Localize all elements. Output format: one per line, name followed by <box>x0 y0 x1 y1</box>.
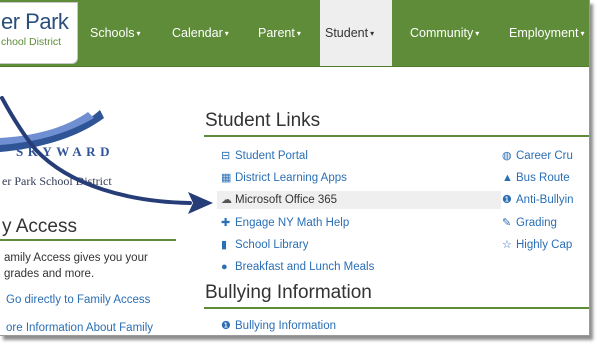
chevron-down-icon: ▾ <box>296 29 301 38</box>
screenshot-frame: er Park chool District Schools ▾ Calendar… <box>0 0 590 336</box>
nav-label: Community <box>410 26 474 40</box>
nav-calendar[interactable]: Calendar ▾ <box>166 0 235 66</box>
road-icon: ▲ <box>502 172 513 184</box>
bullying-heading: Bullying Information <box>205 282 372 303</box>
family-access-info-link[interactable]: ore Information About Family Access <box>6 321 176 335</box>
book-icon: ▮ <box>221 239 228 251</box>
link-label: Career Cru <box>516 150 573 162</box>
nav-parent[interactable]: Parent ▾ <box>252 0 307 66</box>
logo-title: er Park <box>1 9 69 34</box>
divider <box>0 239 176 241</box>
nav-schools[interactable]: Schools ▾ <box>84 0 147 66</box>
district-logo[interactable]: er Park chool District <box>0 2 78 64</box>
link-career-cruising[interactable]: ◍ Career Cru <box>502 147 573 165</box>
portal-icon: ⊟ <box>221 150 231 162</box>
link-district-learning-apps[interactable]: ▦ District Learning Apps <box>221 169 347 187</box>
skyward-wordmark: SKYWARD <box>16 144 114 158</box>
cloud-icon: ☁ <box>221 194 232 206</box>
exclamation-icon: ❶ <box>221 320 231 332</box>
chevron-down-icon: ▾ <box>136 29 141 38</box>
link-grading[interactable]: ✎ Grading <box>502 214 557 232</box>
link-label: Grading <box>516 217 557 229</box>
link-label: Anti-Bullyin <box>516 194 574 206</box>
star-icon: ☆ <box>502 239 512 251</box>
logo-subtitle: chool District <box>1 36 62 48</box>
nav-label: Employment <box>509 26 579 40</box>
divider <box>204 307 589 309</box>
nav-community[interactable]: Community ▾ <box>404 0 485 66</box>
district-name: er Park School District <box>2 174 112 188</box>
student-links-heading: Student Links <box>205 110 321 131</box>
divider <box>204 135 589 137</box>
link-label: Bus Route <box>516 172 570 184</box>
link-bullying-information[interactable]: ❶ Bullying Information <box>221 317 336 335</box>
pencil-icon: ✎ <box>502 217 512 229</box>
link-label: Student Portal <box>235 150 308 162</box>
chevron-down-icon: ▾ <box>580 29 585 38</box>
nav-student[interactable]: Student ▾ <box>320 0 392 66</box>
link-label: School Library <box>235 239 309 251</box>
link-anti-bullying[interactable]: ❶ Anti-Bullyin <box>502 191 574 209</box>
apps-icon: ▦ <box>221 172 232 184</box>
link-highly-capable[interactable]: ☆ Highly Cap <box>502 236 572 254</box>
family-access-description: amily Access gives you your grades and m… <box>4 252 148 280</box>
top-navbar: er Park chool District Schools ▾ Calendar… <box>0 0 589 67</box>
link-label: Bullying Information <box>235 320 336 332</box>
nav-label: Calendar <box>172 26 223 40</box>
chevron-down-icon: ▾ <box>370 29 375 38</box>
link-bus-routes[interactable]: ▲ Bus Route <box>502 169 570 187</box>
link-label: Highly Cap <box>516 239 573 251</box>
link-label: District Learning Apps <box>235 172 347 184</box>
chevron-down-icon: ▾ <box>475 29 480 38</box>
link-microsoft-office-365[interactable]: ☁ Microsoft Office 365 <box>217 191 501 209</box>
plus-icon: ✚ <box>221 217 231 229</box>
link-label: Engage NY Math Help <box>235 217 350 229</box>
nav-label: Parent <box>258 26 295 40</box>
exclamation-icon: ❶ <box>502 194 512 206</box>
globe-icon: ◍ <box>502 150 512 162</box>
arrow-head <box>188 192 213 214</box>
skyward-logo[interactable]: SKYWARD <box>0 108 190 158</box>
link-engage-ny-math[interactable]: ✚ Engage NY Math Help <box>221 214 349 232</box>
family-access-link[interactable]: Go directly to Family Access <box>6 294 150 306</box>
link-label: Microsoft Office 365 <box>235 194 338 206</box>
nav-label: Schools <box>90 26 135 40</box>
link-label: Breakfast and Lunch Meals <box>235 261 375 273</box>
nav-label: Student <box>325 26 369 40</box>
link-school-library[interactable]: ▮ School Library <box>221 236 309 254</box>
link-student-portal[interactable]: ⊟ Student Portal <box>221 147 308 165</box>
nav-employment[interactable]: Employment ▾ <box>503 0 589 66</box>
apple-icon: ● <box>221 261 228 273</box>
family-access-heading: y Access <box>2 216 77 237</box>
chevron-down-icon: ▾ <box>224 29 229 38</box>
link-breakfast-lunch[interactable]: ● Breakfast and Lunch Meals <box>221 258 374 276</box>
